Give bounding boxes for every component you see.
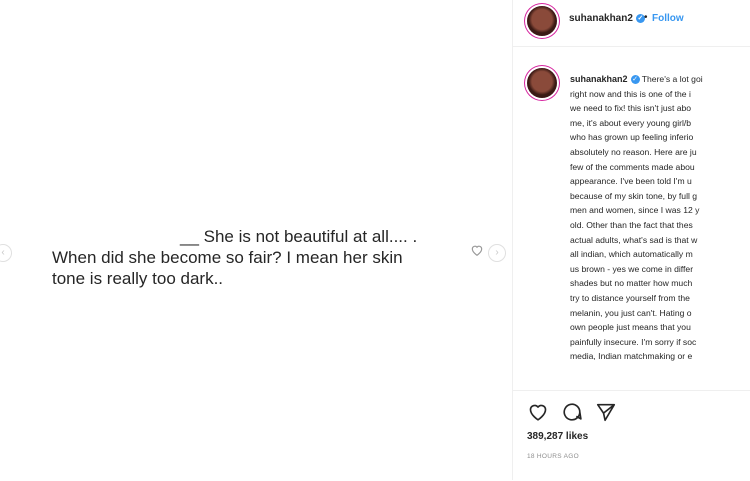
header-username[interactable]: suhanakhan2 ✓	[569, 13, 645, 24]
avatar[interactable]	[527, 68, 557, 98]
post-text-line: When did she become so fair? I mean her …	[52, 248, 403, 267]
caption-line: own people just means that you	[570, 322, 691, 333]
caption-line: suhanakhan2 ✓ There's a lot goi	[570, 72, 750, 87]
caption-line: melanin, you just can't. Hating o	[570, 307, 692, 318]
follow-button[interactable]: Follow	[652, 13, 684, 24]
post-text-line: tone is really too dark..	[52, 269, 224, 288]
post-side-panel: suhanakhan2 ✓ • Follow suhanakhan2 ✓ There…	[512, 0, 750, 480]
caption-line: media, Indian matchmaking or e	[570, 351, 693, 362]
caption-line: right now and this is one of the i	[570, 88, 691, 99]
caption-text: suhanakhan2 ✓ There's a lot goi right now…	[570, 72, 750, 364]
caption-line: us brown - yes we come in differ	[570, 263, 694, 274]
caption-line: absolutely no reason. Here are ju	[570, 146, 697, 157]
caption-line: men and women, since I was 12 y	[570, 205, 700, 216]
caption-line-text: There's a lot goi	[641, 74, 703, 84]
post-header: suhanakhan2 ✓ • Follow	[513, 0, 750, 47]
heart-icon[interactable]	[527, 401, 549, 423]
caption-line: shades but no matter how much	[570, 278, 693, 289]
likes-count[interactable]: 389,287 likes	[527, 431, 588, 442]
caption-username[interactable]: suhanakhan2	[570, 74, 628, 84]
post-text-line: __ She is not beautiful at all.... .	[180, 227, 418, 246]
chevron-left-icon[interactable]: ‹	[0, 244, 12, 262]
caption-line: actual adults, what's sad is that w	[570, 234, 698, 245]
caption-line: all indian, which automatically m	[570, 249, 693, 260]
chevron-right-icon[interactable]: ›	[488, 244, 506, 262]
separator-dot: •	[644, 12, 648, 23]
share-icon[interactable]	[595, 401, 617, 423]
caption-line: me, it's about every young girl/b	[570, 117, 692, 128]
caption-line: few of the comments made abou	[570, 161, 695, 172]
post-timestamp[interactable]: 18 HOURS AGO	[527, 453, 579, 460]
caption: suhanakhan2 ✓ There's a lot goi right now…	[513, 58, 750, 388]
caption-line: old. Other than the fact that thes	[570, 219, 693, 230]
heart-icon	[471, 245, 483, 256]
post-actions: 389,287 likes 18 HOURS AGO	[513, 390, 750, 481]
post-image: __ She is not beautiful at all.... . Whe…	[0, 0, 510, 480]
post-image-text: __ She is not beautiful at all.... . Whe…	[52, 226, 472, 289]
caption-line: who has grown up feeling inferio	[570, 132, 694, 143]
caption-line: try to distance yourself from the	[570, 292, 690, 303]
caption-line: painfully insecure. I'm sorry if soc	[570, 336, 697, 347]
caption-line: appearance. I've been told I'm u	[570, 176, 692, 187]
caption-line: we need to fix! this isn't just abo	[570, 103, 692, 114]
comment-icon[interactable]	[561, 401, 583, 423]
caption-line: because of my skin tone, by full g	[570, 190, 698, 201]
username-text[interactable]: suhanakhan2	[569, 13, 633, 24]
verified-badge-icon: ✓	[630, 75, 640, 85]
avatar[interactable]	[527, 6, 557, 36]
